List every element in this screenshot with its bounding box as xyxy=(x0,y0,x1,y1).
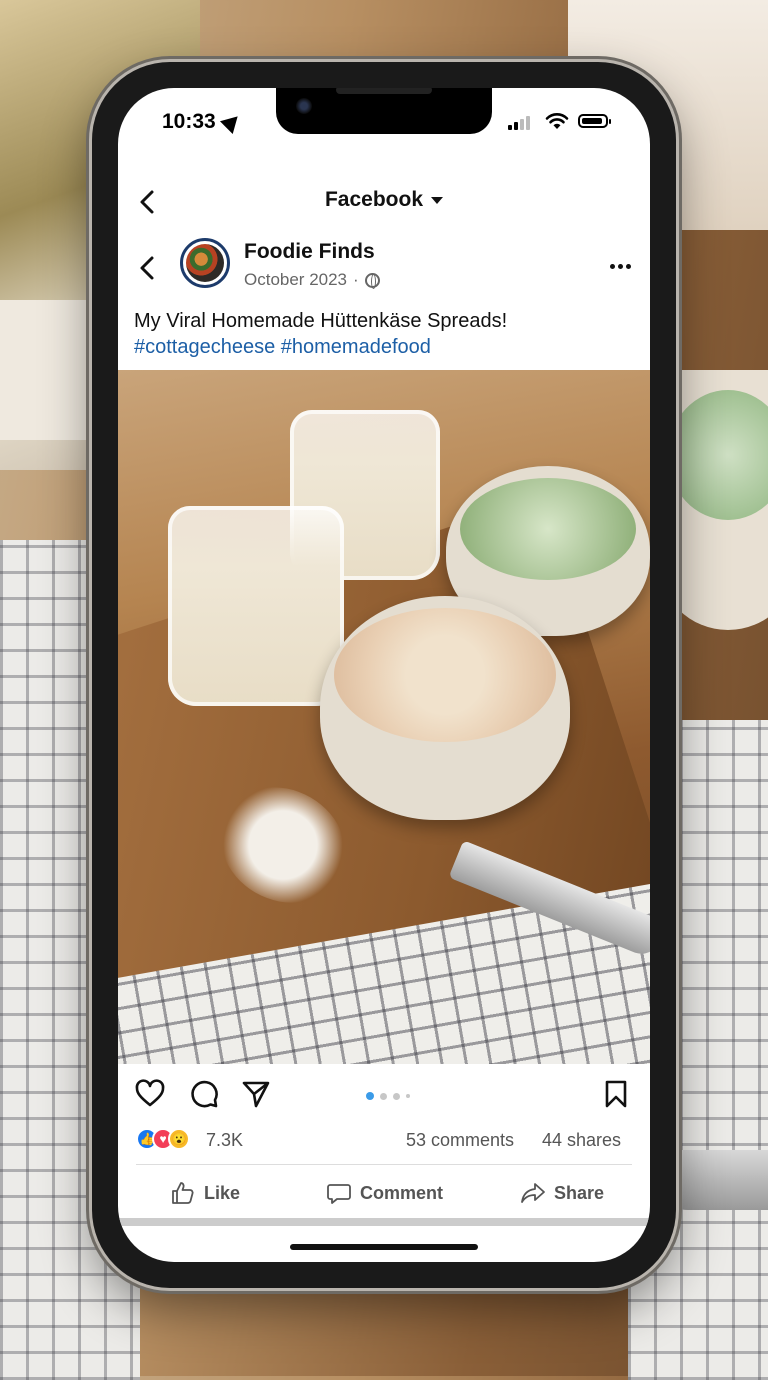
meta-separator: · xyxy=(353,270,359,289)
share-label: Share xyxy=(554,1182,605,1203)
comment-button[interactable]: Comment xyxy=(326,1180,443,1206)
author-name[interactable]: Foodie Finds xyxy=(244,240,375,264)
signal-icon xyxy=(508,116,530,130)
more-dots-icon[interactable] xyxy=(610,264,631,269)
chevron-down-icon xyxy=(431,196,444,204)
comment-icon xyxy=(327,1184,351,1204)
wow-reaction-icon: 😮 xyxy=(168,1128,190,1150)
nav-title[interactable]: Facebook xyxy=(118,188,650,212)
phone-screen: 10:33 Facebook Foodie Finds October 2023… xyxy=(118,88,650,1262)
post-actions xyxy=(118,1064,650,1124)
like-label: Like xyxy=(204,1182,241,1203)
hashtags[interactable]: #cottagecheese #homemadefood xyxy=(134,334,634,360)
carousel-dot xyxy=(406,1094,410,1098)
post-photo[interactable] xyxy=(118,370,650,1064)
post-stats: 👍 ♥ 😮 7.3K 53 comments 44 shares xyxy=(118,1122,650,1162)
avatar[interactable] xyxy=(180,238,230,288)
nav-bar: Facebook xyxy=(118,178,650,228)
carousel-dot xyxy=(380,1092,387,1100)
nav-title-label: Facebook xyxy=(324,188,424,211)
speaker xyxy=(336,88,432,94)
caption-text: My Viral Homemade Hüttenkäse Spreads! xyxy=(134,310,508,332)
divider xyxy=(136,1164,632,1165)
reaction-count[interactable]: 7.3K xyxy=(206,1130,243,1151)
wifi-icon xyxy=(545,113,569,129)
share-arrow-icon xyxy=(521,1183,545,1203)
bookmark-icon[interactable] xyxy=(600,1078,632,1110)
notch xyxy=(276,88,492,134)
share-button[interactable]: Share xyxy=(520,1180,604,1206)
comments-count[interactable]: 53 comments xyxy=(406,1130,514,1151)
photo-jar xyxy=(168,506,344,706)
send-icon[interactable] xyxy=(240,1078,272,1110)
location-arrow-icon xyxy=(219,109,244,135)
post-header: Foodie Finds October 2023 · xyxy=(118,236,650,300)
front-camera xyxy=(296,98,312,114)
post-meta: October 2023 · xyxy=(244,270,380,290)
carousel-dots xyxy=(366,1092,410,1100)
feed-separator xyxy=(118,1218,650,1226)
photo-pepper-bowl xyxy=(320,596,570,820)
post-caption: My Viral Homemade Hüttenkäse Spreads! #c… xyxy=(134,308,634,360)
heart-icon[interactable] xyxy=(134,1078,166,1110)
carousel-dot-active xyxy=(366,1092,374,1100)
reaction-icons[interactable]: 👍 ♥ 😮 xyxy=(136,1128,190,1150)
comment-label: Comment xyxy=(360,1182,444,1203)
comment-bubble-icon[interactable] xyxy=(188,1078,220,1110)
phone-frame: 10:33 Facebook Foodie Finds October 2023… xyxy=(92,62,676,1288)
home-indicator[interactable] xyxy=(290,1244,478,1250)
shares-count[interactable]: 44 shares xyxy=(542,1130,621,1151)
battery-icon xyxy=(578,114,611,128)
like-button[interactable]: Like xyxy=(170,1180,240,1206)
status-time: 10:33 xyxy=(162,109,244,135)
post-date: October 2023 xyxy=(244,270,348,289)
action-bar: Like Comment Share xyxy=(118,1170,650,1220)
carousel-dot xyxy=(393,1092,400,1100)
thumbs-up-icon xyxy=(172,1182,194,1204)
globe-icon xyxy=(364,272,380,289)
time-label: 10:33 xyxy=(162,110,216,133)
post-back-chevron-icon[interactable] xyxy=(132,252,164,284)
